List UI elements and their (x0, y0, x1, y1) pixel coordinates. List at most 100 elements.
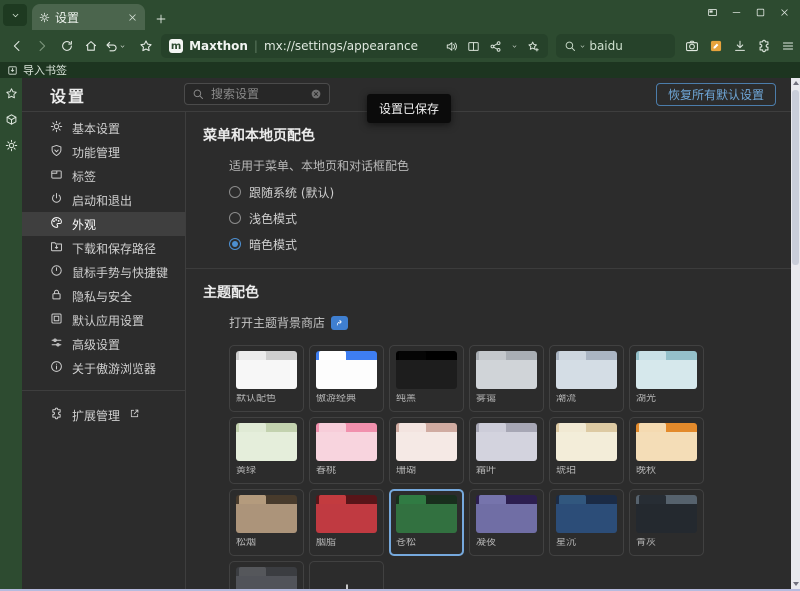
radio-selected-icon[interactable] (229, 238, 241, 250)
sidebar-item-appearance[interactable]: 外观 (22, 212, 185, 236)
settings-search-icon (192, 88, 204, 100)
radio-option[interactable]: 暗色模式 (229, 236, 800, 252)
theme-card[interactable]: 黄绿 (229, 417, 304, 484)
section-title-menu-colors: 菜单和本地页配色 (203, 125, 800, 145)
back-button[interactable] (5, 39, 30, 53)
theme-card[interactable]: 霜叶 (469, 417, 544, 484)
extensions-icon[interactable] (757, 39, 771, 53)
restore-defaults-button[interactable]: 恢复所有默认设置 (656, 83, 776, 106)
favorite-button[interactable] (133, 39, 158, 53)
theme-card[interactable]: 青灰 (629, 489, 704, 556)
page-title: 设置 (50, 83, 86, 107)
sidebar-item-gestures[interactable]: 鼠标手势与快捷键 (22, 260, 185, 284)
sidebar-item-features[interactable]: 功能管理 (22, 140, 185, 164)
theme-card[interactable]: 苍松 (389, 489, 464, 556)
new-tab-button[interactable] (155, 13, 167, 25)
theme-store-link[interactable]: 打开主题背景商店 (229, 314, 800, 331)
theme-swatch (636, 351, 697, 389)
sidebar-item-label: 标签 (72, 168, 96, 185)
theme-card[interactable]: 琥珀 (549, 417, 624, 484)
sidebar-settings-icon[interactable] (5, 139, 18, 152)
split-view-icon[interactable] (467, 40, 480, 53)
nav-divider (22, 390, 185, 391)
close-button[interactable] (779, 7, 790, 18)
sidebar-apps-icon[interactable] (5, 113, 18, 126)
theme-store-icon[interactable] (331, 316, 348, 330)
settings-search-input[interactable] (209, 86, 305, 102)
search-engine-caret-icon[interactable] (579, 43, 586, 50)
theme-card[interactable]: 珊瑚 (389, 417, 464, 484)
sidebar-item-privacy[interactable]: 隐私与安全 (22, 284, 185, 308)
scrollbar-down-arrow[interactable] (793, 582, 799, 586)
tab-list-button[interactable] (3, 4, 27, 26)
theme-card[interactable]: 星沉 (549, 489, 624, 556)
theme-card[interactable]: 凝夜 (469, 489, 544, 556)
scrollbar-thumb[interactable] (792, 90, 799, 265)
about-icon (50, 360, 63, 376)
address-bar[interactable]: m Maxthon | mx://settings/appearance (161, 34, 548, 58)
scrollbar-up-arrow[interactable] (793, 81, 799, 85)
sidebar-item-downloads[interactable]: 下载和保存路径 (22, 236, 185, 260)
sidebar-item-tabs[interactable]: 标签 (22, 164, 185, 188)
sidebar-item-about[interactable]: 关于傲游浏览器 (22, 356, 185, 380)
screenshot-icon[interactable] (685, 39, 699, 53)
maximize-button[interactable] (755, 7, 766, 18)
theme-card[interactable]: 春桃 (309, 417, 384, 484)
forward-button[interactable] (30, 39, 55, 53)
theme-card[interactable]: 晚秋 (629, 417, 704, 484)
chevron-down-icon (10, 10, 21, 21)
theme-card[interactable]: 胭脂 (309, 489, 384, 556)
tab-close-icon[interactable] (127, 12, 138, 23)
boss-key-icon[interactable] (707, 7, 718, 18)
undo-icon (104, 39, 119, 54)
radio-label: 浅色模式 (249, 210, 297, 227)
notes-icon[interactable] (709, 39, 723, 53)
download-icon[interactable] (733, 39, 747, 53)
page-scrollbar[interactable] (791, 78, 800, 589)
sidebar-item-basic[interactable]: 基本设置 (22, 116, 185, 140)
sidebar-item-default-apps[interactable]: 默认应用设置 (22, 308, 185, 332)
theme-card[interactable]: 默认配色 (229, 345, 304, 412)
theme-card[interactable]: 纯黑 (389, 345, 464, 412)
theme-store-label[interactable]: 打开主题背景商店 (229, 314, 325, 331)
theme-card[interactable]: 暗夜 (229, 561, 304, 591)
import-bookmarks-label[interactable]: 导入书签 (23, 62, 67, 78)
sidebar-favorites-icon[interactable] (5, 87, 18, 100)
clear-icon[interactable] (310, 88, 322, 100)
toolbar-search-box[interactable]: baidu (556, 34, 675, 58)
theme-card[interactable]: 松烟 (229, 489, 304, 556)
read-aloud-icon[interactable] (445, 40, 458, 53)
theme-card[interactable]: 湖光 (629, 345, 704, 412)
minimize-button[interactable] (731, 7, 742, 18)
radio-unselected-icon[interactable] (229, 212, 241, 224)
radio-option[interactable]: 浅色模式 (229, 210, 800, 226)
sidebar-item-label: 外观 (72, 216, 96, 233)
active-tab[interactable]: 设置 (32, 4, 145, 30)
sidebar-item-label: 默认应用设置 (72, 312, 144, 329)
theme-grid: 默认配色傲游经典纯黑雾霭潮流湖光黄绿春桃珊瑚霜叶琥珀晚秋松烟胭脂苍松凝夜星沉青灰… (229, 345, 800, 591)
refresh-button[interactable] (54, 39, 79, 53)
url-text[interactable]: mx://settings/appearance (264, 39, 439, 53)
menu-icon[interactable] (781, 39, 795, 53)
radio-option[interactable]: 跟随系统 (默认) (229, 184, 800, 200)
theme-card[interactable]: 傲游经典 (309, 345, 384, 412)
search-icon (564, 40, 576, 52)
home-button[interactable] (79, 39, 104, 53)
theme-swatch (236, 567, 297, 591)
settings-search-box[interactable] (184, 83, 330, 105)
search-engine-label[interactable]: baidu (589, 39, 623, 53)
theme-card[interactable]: 雾霭 (469, 345, 544, 412)
features-icon (50, 144, 63, 160)
radio-unselected-icon[interactable] (229, 186, 241, 198)
radio-label: 暗色模式 (249, 236, 297, 253)
theme-card[interactable]: 潮流 (549, 345, 624, 412)
sidebar-item-extensions[interactable]: 扩展管理 (22, 403, 185, 427)
radio-label: 跟随系统 (默认) (249, 184, 334, 201)
share-icon[interactable] (489, 40, 502, 53)
add-theme-button[interactable] (309, 561, 384, 591)
undo-button[interactable] (104, 39, 134, 54)
share-caret-icon[interactable] (511, 43, 518, 50)
sidebar-item-advanced[interactable]: 高级设置 (22, 332, 185, 356)
add-favorite-icon[interactable] (527, 40, 540, 53)
sidebar-item-startup[interactable]: 启动和退出 (22, 188, 185, 212)
